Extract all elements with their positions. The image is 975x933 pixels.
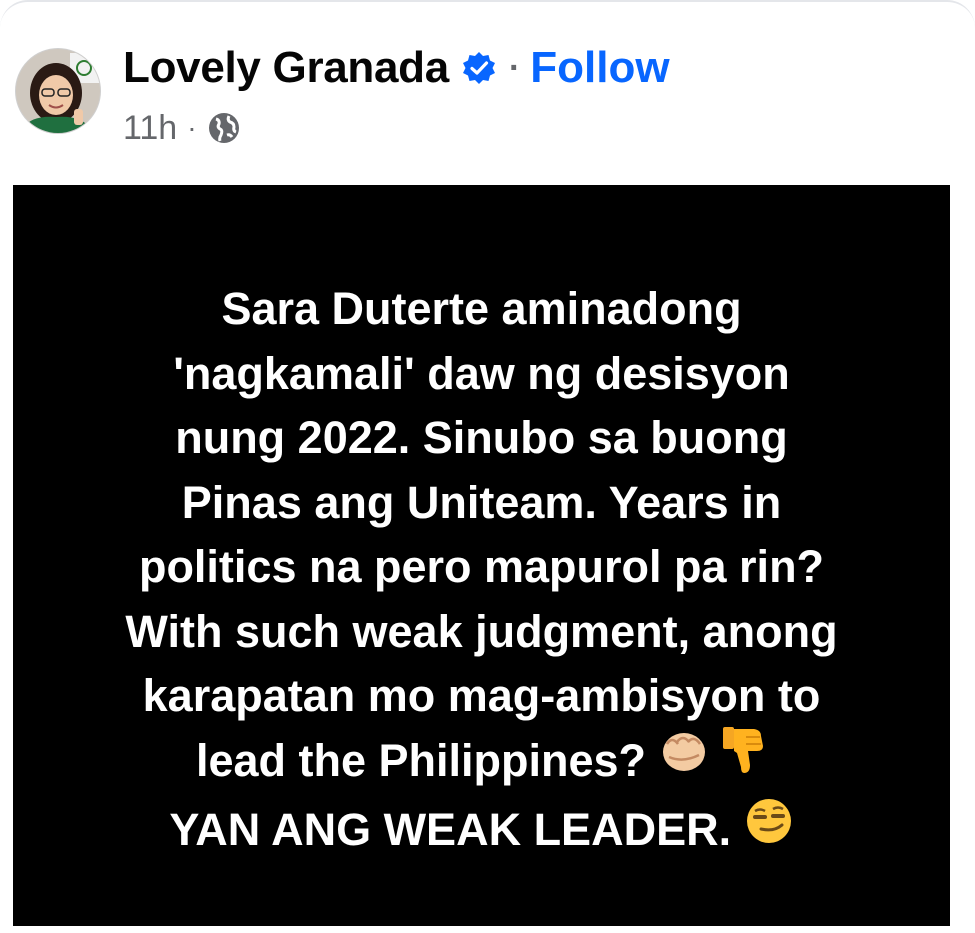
smirking-face-emoji xyxy=(744,796,794,864)
post-card: Lovely Granada · Follow 11h · Sara Duter… xyxy=(0,0,975,933)
content-line: lead the Philippines? xyxy=(195,734,647,786)
content-line: With such weak judgment, anong xyxy=(125,605,838,657)
globe-icon[interactable] xyxy=(207,111,241,145)
post-timestamp[interactable]: 11h xyxy=(123,109,177,148)
author-name[interactable]: Lovely Granada xyxy=(123,43,449,93)
separator-dot: · xyxy=(508,48,521,87)
oncoming-fist-emoji xyxy=(659,727,709,793)
meta-separator-dot: · xyxy=(187,112,197,143)
content-line: Pinas ang Uniteam. Years in xyxy=(181,476,782,528)
content-line: politics na pero mapurol pa rin? xyxy=(138,541,825,592)
author-row: Lovely Granada · Follow xyxy=(123,40,670,96)
content-line: karapatan mo mag-ambisyon to xyxy=(142,670,821,721)
content-line: YAN ANG WEAK LEADER. xyxy=(169,804,732,856)
content-line: 'nagkamali' daw ng desisyon xyxy=(173,347,790,399)
post-content: Sara Duterte aminadong 'nagkamali' daw n… xyxy=(13,277,950,867)
follow-button[interactable]: Follow xyxy=(530,43,669,93)
content-line-with-emoji: YAN ANG WEAK LEADER. xyxy=(13,798,950,867)
content-line-with-emojis: lead the Philippines? xyxy=(13,726,950,799)
thumbs-down-emoji xyxy=(721,725,767,795)
post-meta: 11h · xyxy=(123,106,241,150)
verified-badge-icon xyxy=(461,50,497,86)
content-line: Sara Duterte aminadong xyxy=(221,283,742,334)
post-image[interactable]: Sara Duterte aminadong 'nagkamali' daw n… xyxy=(13,185,950,926)
content-line: nung 2022. Sinubo sa buong xyxy=(175,412,788,463)
avatar[interactable] xyxy=(15,48,101,134)
